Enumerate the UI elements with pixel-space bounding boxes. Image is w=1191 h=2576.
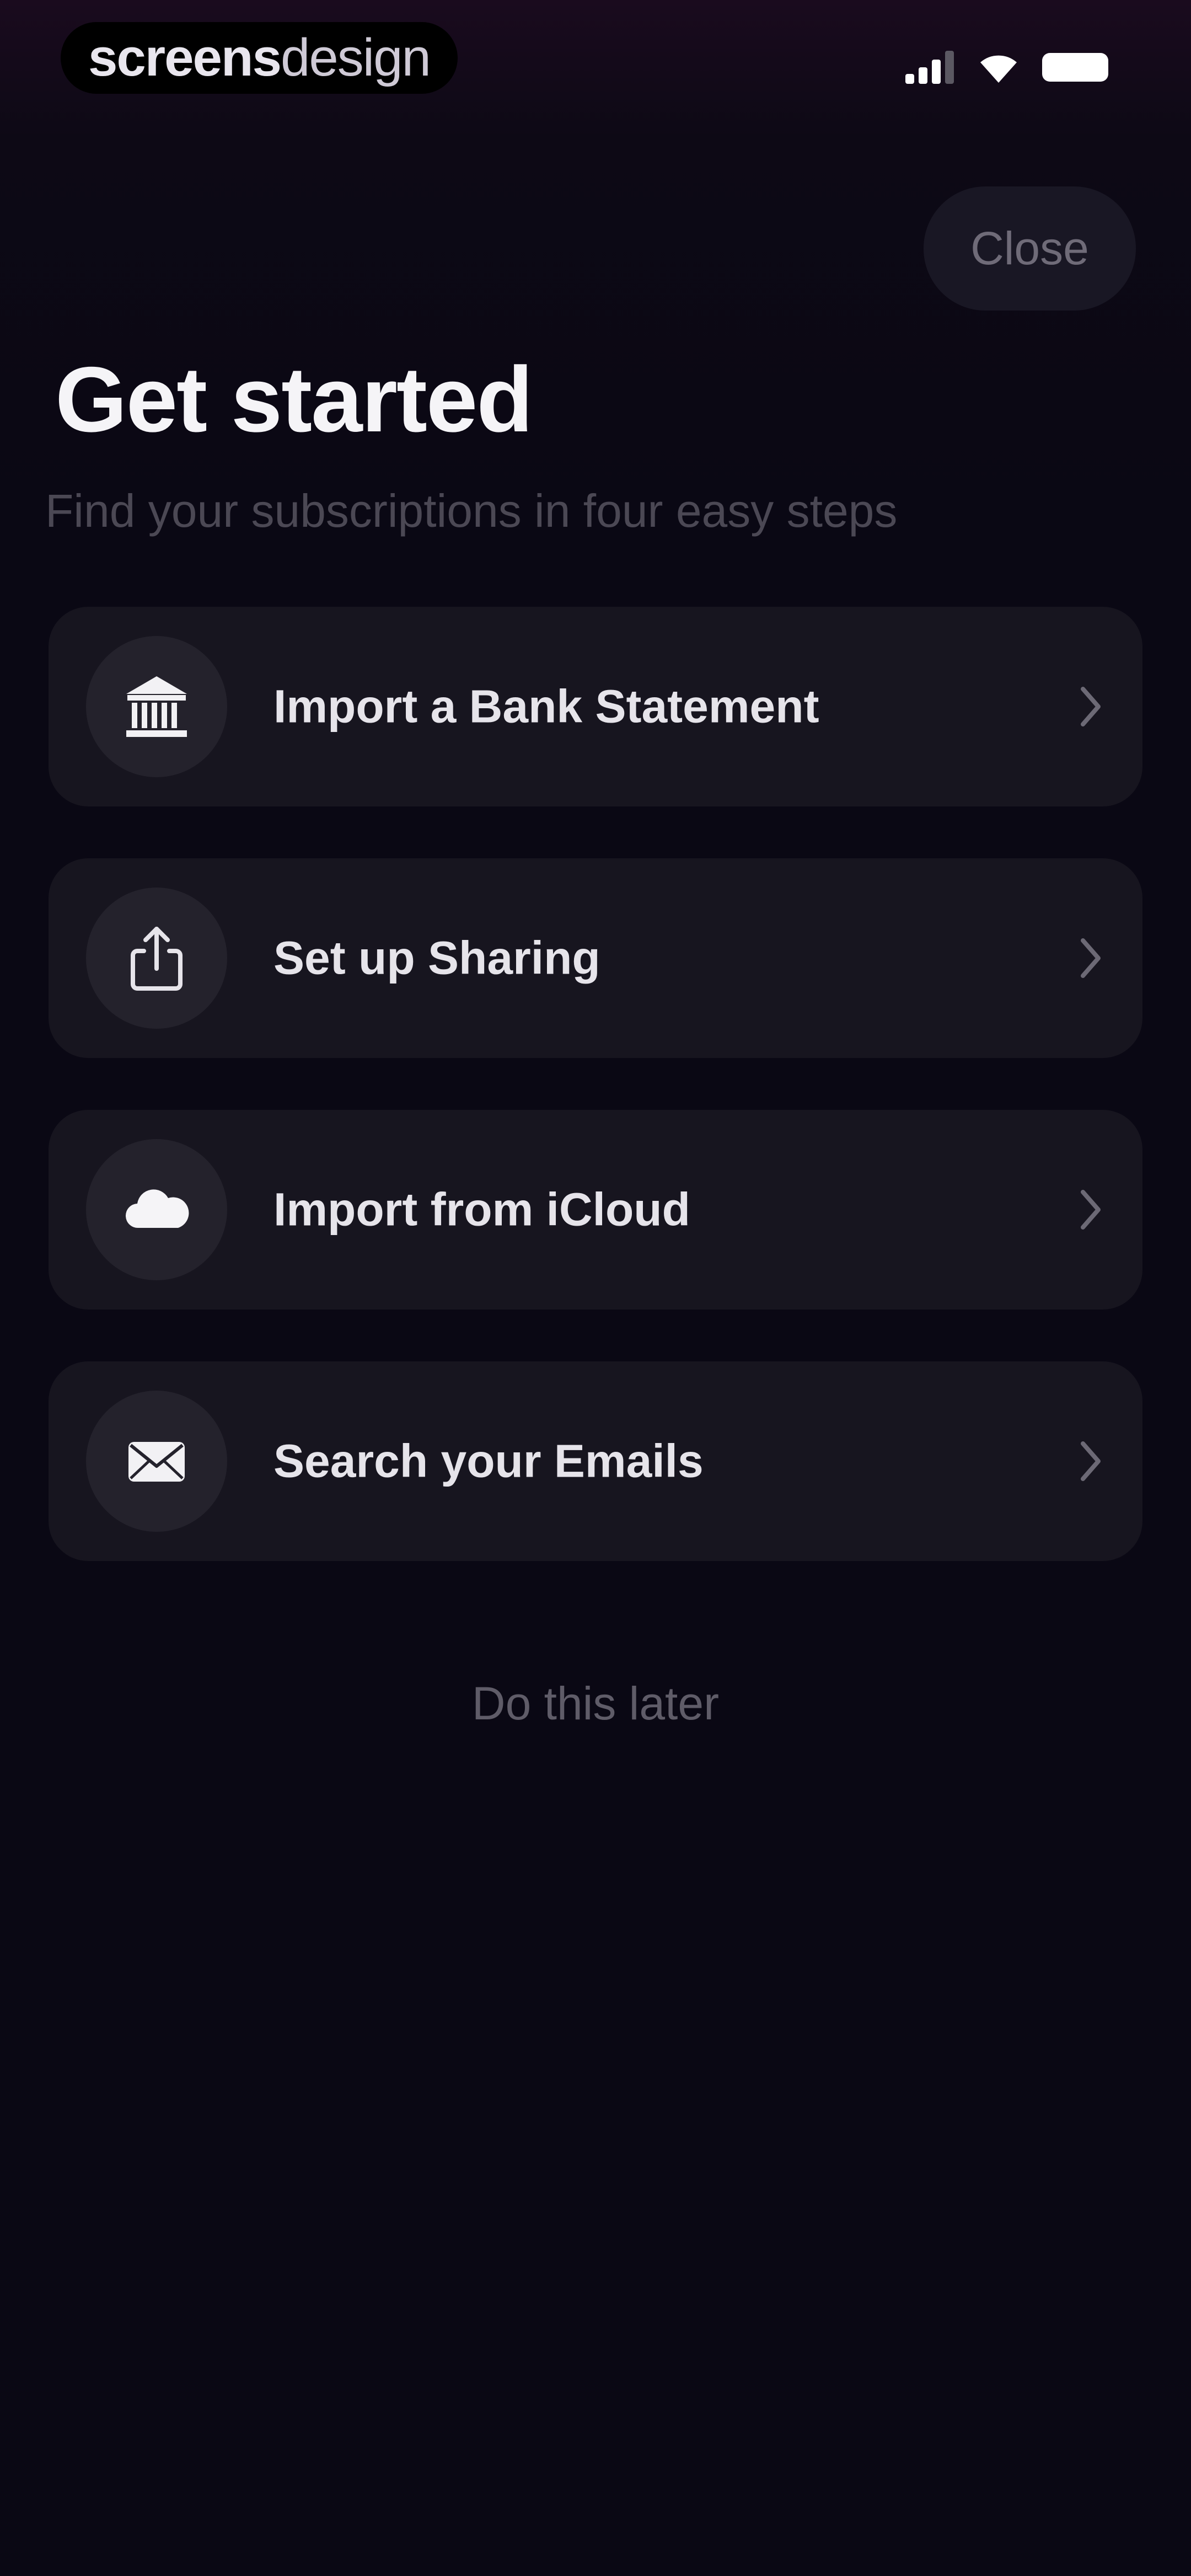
brand-light: design <box>280 28 431 87</box>
chevron-right-icon <box>1081 687 1101 726</box>
option-label: Import a Bank Statement <box>273 680 819 733</box>
option-icon-circle <box>86 888 227 1029</box>
wifi-icon <box>980 55 1017 83</box>
brand-watermark: screens design <box>61 22 458 94</box>
option-search-your-emails[interactable]: Search your Emails <box>49 1361 1142 1561</box>
option-label: Set up Sharing <box>273 932 600 984</box>
option-set-up-sharing[interactable]: Set up Sharing <box>49 858 1142 1058</box>
option-icon-circle <box>86 1139 227 1280</box>
chevron-right-icon <box>1081 1441 1101 1481</box>
signal-icon <box>905 51 954 84</box>
chevron-right-icon <box>1081 1190 1101 1230</box>
option-icon-circle <box>86 1391 227 1532</box>
option-icon-circle <box>86 636 227 777</box>
page-title: Get started <box>55 348 533 451</box>
do-this-later-link[interactable]: Do this later <box>0 1677 1191 1730</box>
status-icons <box>905 51 1108 84</box>
page-subtitle: Find your subscriptions in four easy ste… <box>45 485 898 537</box>
status-bar: screens design <box>0 0 1191 127</box>
share-icon <box>131 927 183 991</box>
battery-icon <box>1042 53 1108 82</box>
option-import-from-icloud[interactable]: Import from iCloud <box>49 1110 1142 1310</box>
chevron-right-icon <box>1081 938 1101 978</box>
bank-icon <box>126 676 187 737</box>
close-button[interactable]: Close <box>924 186 1136 311</box>
options-list: Import a Bank Statement Set up Sharing I… <box>49 607 1142 1613</box>
cloud-icon <box>125 1189 189 1228</box>
option-import-bank-statement[interactable]: Import a Bank Statement <box>49 607 1142 806</box>
option-label: Search your Emails <box>273 1435 704 1487</box>
screen: screens design Close Get started Find you… <box>0 0 1191 2576</box>
mail-icon <box>128 1442 185 1482</box>
option-label: Import from iCloud <box>273 1183 690 1236</box>
brand-bold: screens <box>88 28 282 87</box>
